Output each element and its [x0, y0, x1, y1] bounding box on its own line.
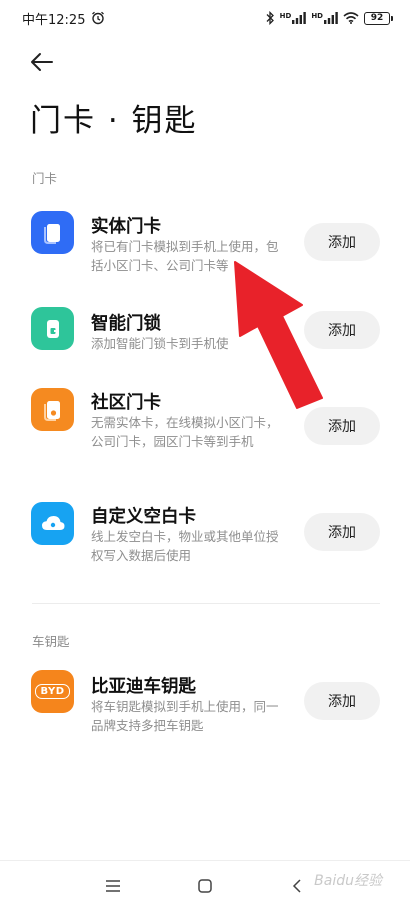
- section-label-door-cards: 门卡: [32, 171, 58, 186]
- battery-icon: 92: [364, 11, 393, 25]
- wifi-icon: [343, 12, 359, 24]
- hd-badge: HD: [279, 12, 292, 20]
- item-title: 智能门锁: [91, 314, 161, 334]
- status-bar: 中午12:25 HD HD 92: [0, 0, 410, 36]
- item-title: 比亚迪车钥匙: [91, 677, 196, 697]
- watermark: Baidu经验: [314, 873, 382, 889]
- community-card-icon: [31, 388, 74, 431]
- add-physical-card-button[interactable]: 添加: [304, 223, 380, 261]
- signal-strength-icon: [292, 12, 307, 24]
- smart-lock-icon: [31, 307, 74, 350]
- cloud-card-icon: [31, 502, 74, 545]
- signal-strength-icon: [324, 12, 338, 24]
- add-byd-car-key-button[interactable]: 添加: [304, 682, 380, 720]
- list-item-custom-blank-card: 自定义空白卡 线上发空白卡，物业或其他单位授权写入数据后使用 添加: [0, 500, 410, 566]
- item-title: 社区门卡: [91, 393, 161, 413]
- item-description: 将车钥匙模拟到手机上使用，同一品牌支持多把车钥匙: [91, 699, 279, 733]
- byd-logo-icon: BYD: [31, 670, 74, 713]
- byd-logo-text: BYD: [35, 684, 70, 699]
- back-nav-button[interactable]: [286, 875, 308, 897]
- alarm-icon: [92, 11, 105, 25]
- menu-icon: [106, 880, 120, 892]
- menu-button[interactable]: [102, 875, 124, 897]
- list-item-smart-lock: 智能门锁 添加智能门锁卡到手机使 添加: [0, 305, 410, 355]
- item-title: 实体门卡: [91, 217, 161, 237]
- section-label-car-keys: 车钥匙: [32, 634, 70, 649]
- chevron-left-icon: [292, 879, 301, 893]
- section-divider: [32, 603, 380, 604]
- item-description: 添加智能门锁卡到手机使: [91, 336, 229, 351]
- home-square-icon: [198, 879, 212, 893]
- door-card-icon: [31, 211, 74, 254]
- signal-2-group: HD: [311, 12, 338, 24]
- arrow-left-icon: [31, 53, 53, 71]
- signal-1-group: HD: [280, 12, 307, 24]
- bluetooth-icon: [266, 11, 274, 25]
- home-button[interactable]: [194, 875, 216, 897]
- add-custom-blank-card-button[interactable]: 添加: [304, 513, 380, 551]
- list-item-community-card: 社区门卡 无需实体卡，在线模拟小区门卡，公司门卡，园区门卡等到手机 添加: [0, 388, 410, 468]
- page-title: 门卡 · 钥匙: [30, 103, 198, 139]
- item-description: 无需实体卡，在线模拟小区门卡，公司门卡，园区门卡等到手机: [91, 415, 279, 449]
- item-description: 线上发空白卡，物业或其他单位授权写入数据后使用: [91, 529, 279, 563]
- add-community-card-button[interactable]: 添加: [304, 407, 380, 445]
- item-title: 自定义空白卡: [91, 507, 196, 527]
- list-item-byd-car-key: BYD 比亚迪车钥匙 将车钥匙模拟到手机上使用，同一品牌支持多把车钥匙 添加: [0, 670, 410, 736]
- item-description: 将已有门卡模拟到手机上使用，包括小区门卡、公司门卡等: [91, 239, 279, 273]
- list-item-physical-card: 实体门卡 将已有门卡模拟到手机上使用，包括小区门卡、公司门卡等 添加: [0, 205, 410, 280]
- add-smart-lock-button[interactable]: 添加: [304, 311, 380, 349]
- back-button[interactable]: [26, 46, 58, 78]
- hd-badge-2: HD: [311, 12, 323, 20]
- status-time: 中午12:25: [22, 12, 86, 28]
